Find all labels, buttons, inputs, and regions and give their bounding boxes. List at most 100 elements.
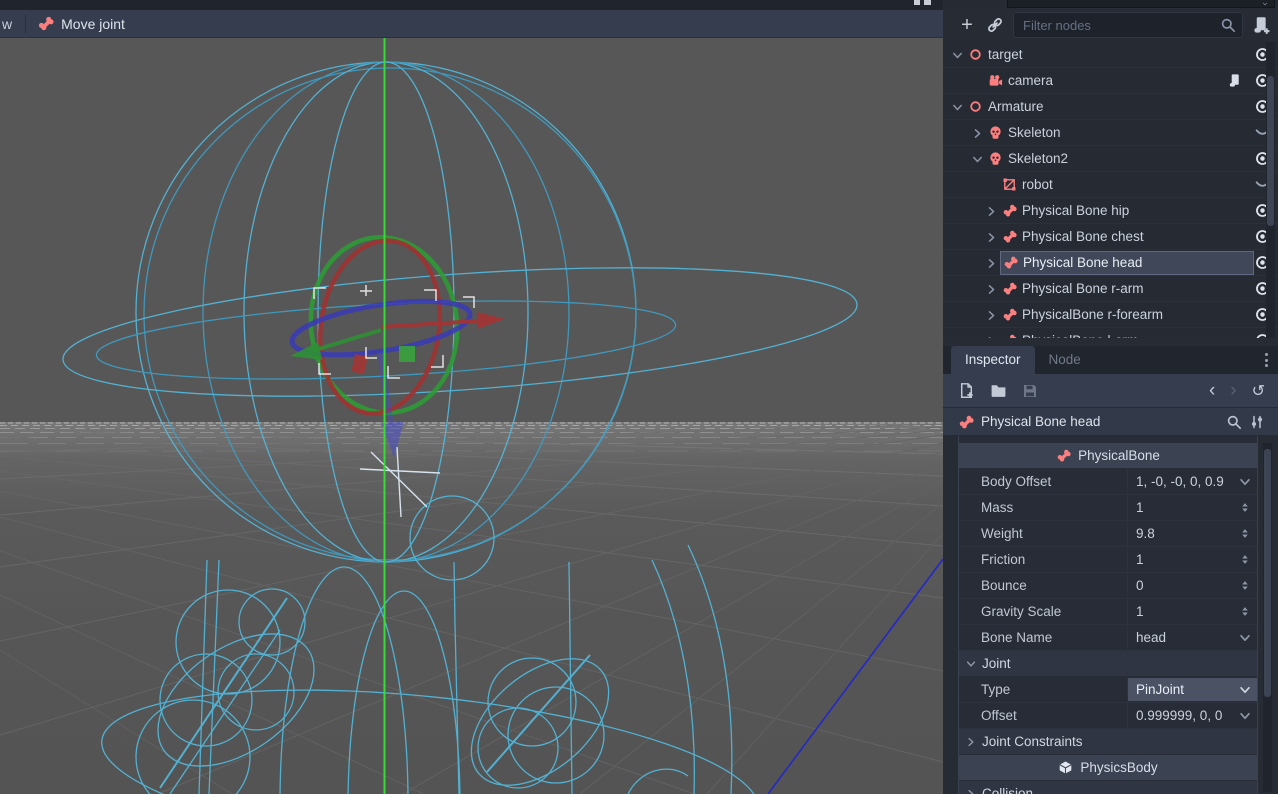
transform-mode-label: Move joint: [61, 16, 125, 32]
expand-arrow-icon[interactable]: [971, 153, 986, 165]
tab-node[interactable]: Node: [1035, 346, 1095, 374]
stepper-icon[interactable]: [1238, 579, 1252, 592]
bone-icon: [1002, 203, 1017, 218]
tree-row-target[interactable]: target: [943, 42, 1278, 68]
right-dock: + target camera: [943, 0, 1278, 794]
dock-menu-icon[interactable]: [1265, 353, 1268, 374]
load-resource-button[interactable]: [990, 382, 1007, 399]
fold-chevron-icon[interactable]: [1238, 709, 1252, 723]
expand-arrow-icon[interactable]: [985, 335, 1000, 339]
inspector-tab-bar: Inspector Node: [943, 346, 1278, 374]
class-header-physicalbone[interactable]: PhysicalBone: [959, 443, 1257, 469]
property-row-joint-offset[interactable]: Offset 0.999999, 0, 0: [959, 703, 1257, 729]
cut-off-glyph: [924, 0, 931, 5]
bone-icon: [37, 15, 54, 32]
property-row-joint-type[interactable]: Type PinJoint: [959, 677, 1257, 703]
tab-inspector[interactable]: Inspector: [951, 346, 1035, 374]
inspected-object-row: Physical Bone head: [943, 408, 1278, 436]
cut-off-glyph: [914, 0, 920, 5]
property-row-gravity-scale[interactable]: Gravity Scale 1: [959, 599, 1257, 625]
class-header-physicsbody[interactable]: PhysicsBody: [959, 755, 1257, 781]
spatial-icon: [968, 47, 983, 62]
section-joint-constraints[interactable]: Joint Constraints: [959, 729, 1257, 755]
cut-off-menu-label: w: [2, 16, 12, 32]
scene-dock-toolbar: +: [943, 8, 1278, 42]
filter-nodes-input[interactable]: [1013, 12, 1243, 38]
tree-row-skeleton[interactable]: Skeleton: [943, 120, 1278, 146]
expand-arrow-icon[interactable]: [985, 309, 1000, 321]
tree-row-physical-bone-chest[interactable]: Physical Bone chest: [943, 224, 1278, 250]
section-collision[interactable]: Collision: [959, 781, 1257, 794]
scrollbar-thumb[interactable]: [1267, 76, 1274, 226]
new-resource-button[interactable]: [958, 382, 975, 399]
stepper-icon[interactable]: [1238, 553, 1252, 566]
joint-type-optionbox[interactable]: PinJoint: [1127, 678, 1257, 701]
expand-arrow-icon[interactable]: [951, 101, 966, 113]
add-node-button[interactable]: +: [957, 15, 977, 35]
filter-nodes-field[interactable]: [1013, 12, 1243, 38]
expand-arrow-icon[interactable]: [985, 257, 1000, 269]
viewport-toolbar: w Move joint: [0, 10, 943, 38]
stepper-icon[interactable]: [1238, 605, 1252, 618]
scrollbar-thumb[interactable]: [1264, 449, 1271, 697]
cropped-top-edge: [0, 0, 943, 10]
tree-row-camera[interactable]: camera: [943, 68, 1278, 94]
mesh-icon: [1002, 177, 1017, 192]
3d-scene-canvas[interactable]: [0, 38, 943, 794]
dropdown-chevron-icon[interactable]: [1238, 631, 1252, 645]
expand-arrow-icon[interactable]: [985, 283, 1000, 295]
expand-arrow-icon[interactable]: [971, 127, 986, 139]
bone-icon: [1002, 229, 1017, 244]
attach-script-button[interactable]: [1252, 16, 1271, 35]
skeleton-icon: [988, 151, 1003, 166]
section-expanded-icon: [965, 658, 977, 670]
tree-row-robot[interactable]: robot: [943, 172, 1278, 198]
filter-properties-icon[interactable]: [1226, 414, 1242, 430]
history-forward-button[interactable]: ›: [1230, 383, 1236, 399]
save-resource-button[interactable]: [1022, 383, 1038, 399]
fold-chevron-icon[interactable]: [1238, 475, 1252, 489]
cut-off-field: [1007, 0, 1275, 8]
section-joint[interactable]: Joint: [959, 651, 1257, 677]
object-options-icon[interactable]: [1249, 414, 1265, 430]
tree-row-armature[interactable]: Armature: [943, 94, 1278, 120]
property-row-weight[interactable]: Weight 9.8: [959, 521, 1257, 547]
tree-row-physical-bone-r-arm[interactable]: Physical Bone r-arm: [943, 276, 1278, 302]
property-row-body-offset[interactable]: Body Offset 1, -0, -0, 0, 0.9: [959, 469, 1257, 495]
history-icon[interactable]: ↺: [1252, 381, 1265, 401]
dropdown-chevron-icon: [1238, 683, 1252, 697]
expand-arrow-icon[interactable]: [985, 231, 1000, 243]
instance-scene-button[interactable]: [986, 16, 1004, 34]
physicsbody-icon: [1058, 760, 1073, 775]
viewport-panel: w Move joint: [0, 0, 943, 794]
tree-row-skeleton2[interactable]: Skeleton2: [943, 146, 1278, 172]
bone-icon: [1002, 333, 1017, 338]
tree-row-physicalbone-r-forearm[interactable]: PhysicalBone r-forearm: [943, 302, 1278, 328]
section-collapsed-icon: [965, 736, 977, 748]
inspector-toolbar: ‹ › ↺: [943, 374, 1278, 408]
expand-arrow-icon[interactable]: [985, 205, 1000, 217]
property-row-friction[interactable]: Friction 1: [959, 547, 1257, 573]
property-row-bone-name[interactable]: Bone Name head: [959, 625, 1257, 651]
inspected-object-name: Physical Bone head: [981, 414, 1219, 429]
stepper-icon[interactable]: [1238, 501, 1252, 514]
property-row-bounce[interactable]: Bounce 0: [959, 573, 1257, 599]
property-row-mass[interactable]: Mass 1: [959, 495, 1257, 521]
tree-row-physicalbone-l-arm[interactable]: PhysicalBone l-arm: [943, 328, 1278, 338]
bone-icon: [1002, 281, 1017, 296]
search-icon: [1220, 17, 1236, 33]
scene-tree: target camera Armature Skeleton: [943, 42, 1278, 338]
stepper-icon[interactable]: [1238, 527, 1252, 540]
cropped-scene-dock-top: [943, 0, 1278, 8]
inspector-properties: PhysicalBone Body Offset 1, -0, -0, 0, 0…: [958, 436, 1258, 794]
script-icon[interactable]: [1227, 73, 1242, 88]
bone-icon: [1056, 448, 1071, 463]
section-collapsed-icon: [965, 788, 977, 794]
history-back-button[interactable]: ‹: [1209, 383, 1215, 399]
skeleton-icon: [988, 125, 1003, 140]
tree-row-physical-bone-head[interactable]: Physical Bone head: [943, 250, 1278, 276]
bone-icon: [1003, 255, 1018, 270]
tree-row-physical-bone-hip[interactable]: Physical Bone hip: [943, 198, 1278, 224]
expand-arrow-icon[interactable]: [951, 49, 966, 61]
toolbar-separator: [25, 15, 26, 33]
